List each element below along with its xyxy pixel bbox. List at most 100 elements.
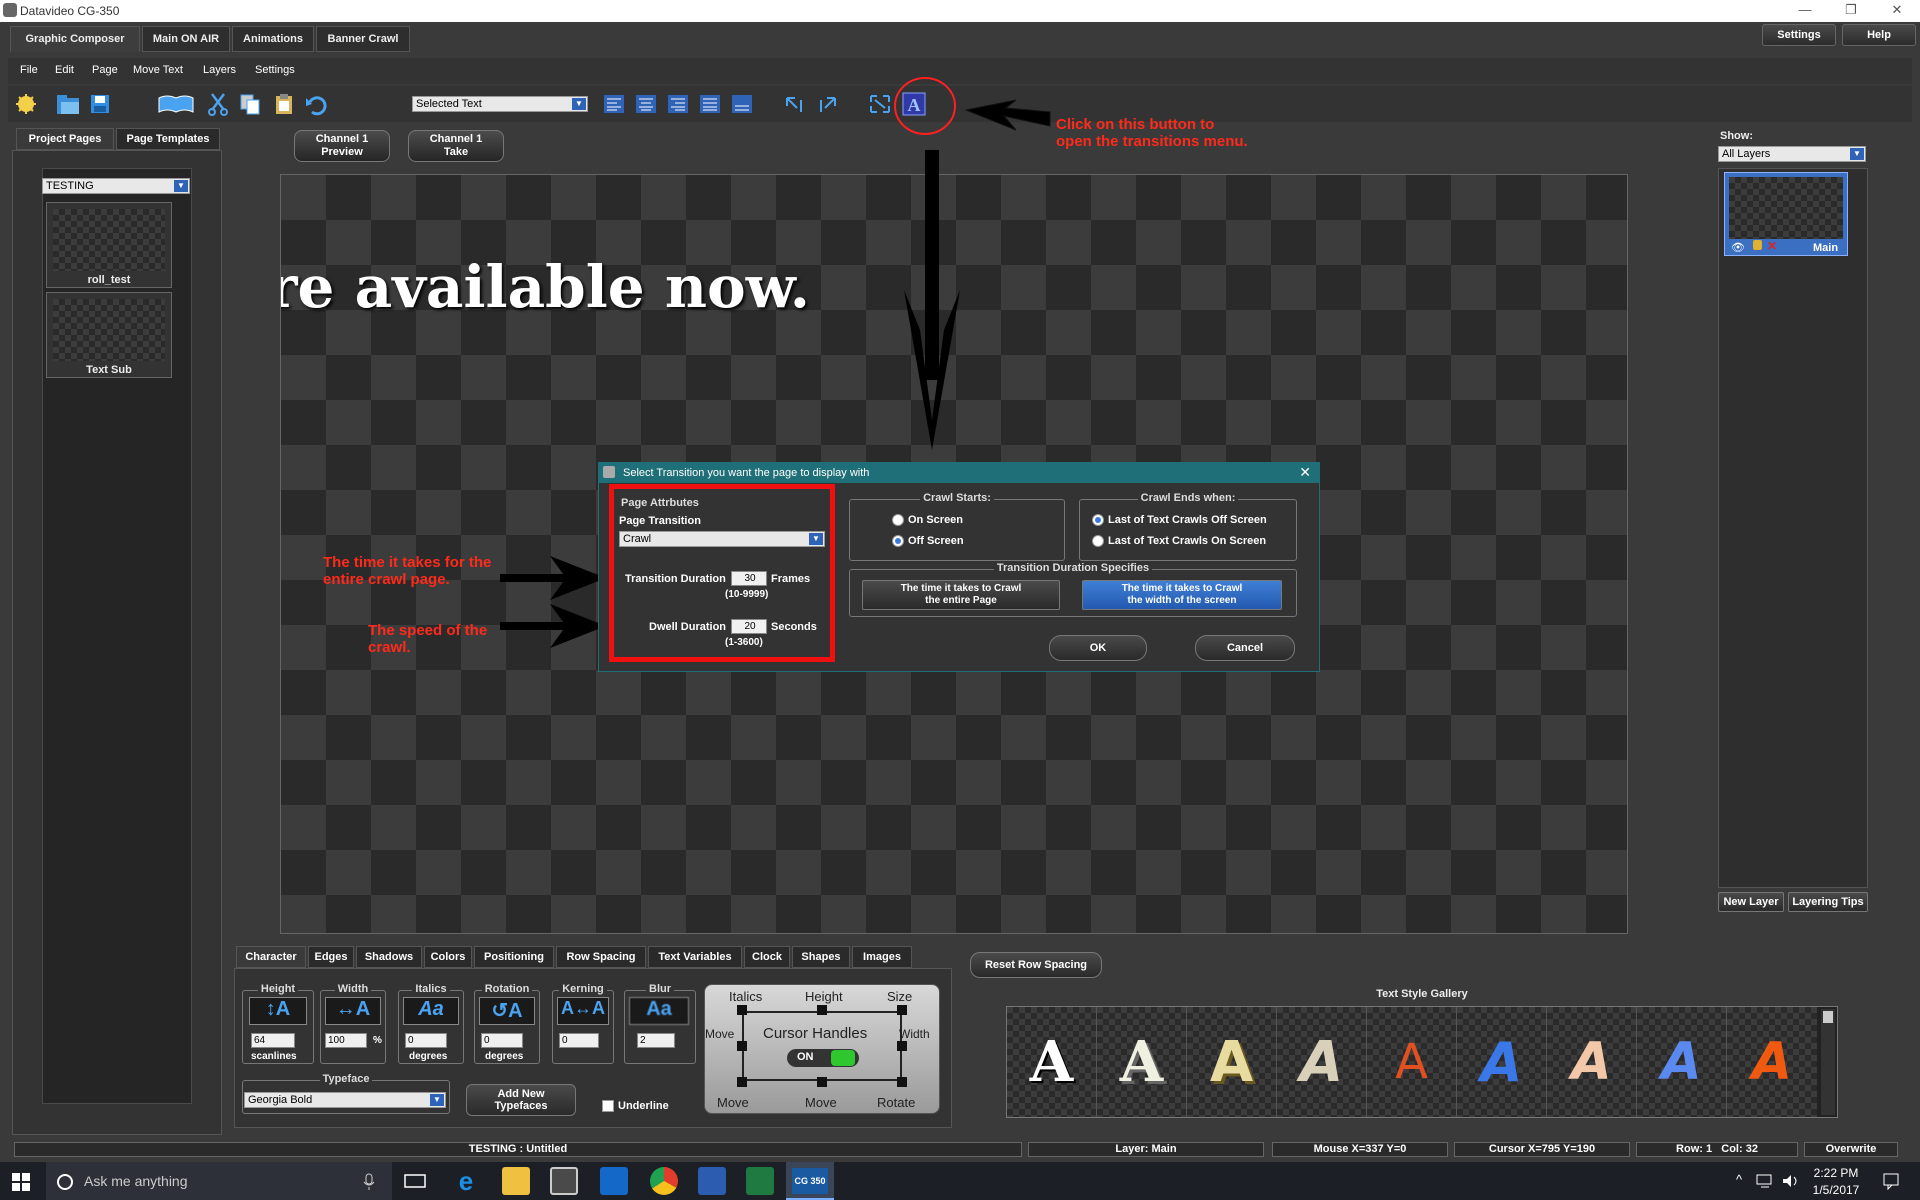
blur-input[interactable]: 2 [637,1033,675,1048]
tab-images[interactable]: Images [852,946,912,968]
tab-graphic-composer[interactable]: Graphic Composer [10,26,140,52]
show-layers-select[interactable]: All Layers ▼ [1718,146,1866,162]
align-bottom-icon[interactable] [728,90,756,118]
undo-icon[interactable] [302,90,330,118]
tab-animations[interactable]: Animations [232,26,314,52]
style-plain-white[interactable]: A [1007,1007,1097,1117]
style-beveled-white[interactable]: A [1097,1007,1187,1117]
crawl-entire-page-option[interactable]: The time it takes to Crawl the entire Pag… [862,580,1060,610]
style-blue-italic[interactable]: A [1637,1007,1727,1117]
reset-row-spacing-button[interactable]: Reset Row Spacing [970,952,1102,978]
layer-item-main[interactable]: 👁 ✕ Main [1724,172,1848,256]
tab-row-spacing[interactable]: Row Spacing [556,946,646,968]
menu-move-text[interactable]: Move Text [133,64,183,76]
ok-button[interactable]: OK [1049,635,1147,661]
move-up-left-icon[interactable] [780,90,808,118]
tab-page-templates[interactable]: Page Templates [116,128,220,150]
style-fire[interactable]: A [1727,1007,1817,1117]
tab-main-on-air[interactable]: Main ON AIR [142,26,230,52]
tab-shapes[interactable]: Shapes [792,946,850,968]
notifications-icon[interactable] [1882,1172,1900,1190]
width-input[interactable]: 100 [325,1033,367,1048]
handle-top-left[interactable] [737,1005,747,1015]
style-stone[interactable]: A [1277,1007,1367,1117]
page-transition-select[interactable]: Crawl ▼ [619,531,825,547]
cursor-handles-toggle[interactable]: ON [787,1049,859,1067]
minimize-button[interactable]: — [1782,0,1828,22]
file-explorer-icon[interactable] [502,1167,530,1195]
crawl-screen-width-option[interactable]: The time it takes to Crawl the width of t… [1082,580,1282,610]
store-icon[interactable] [550,1167,578,1195]
network-icon[interactable] [1756,1174,1774,1188]
chrome-icon[interactable] [650,1167,678,1195]
align-right-icon[interactable] [664,90,692,118]
dwell-duration-input[interactable]: 20 [731,619,767,634]
cut-icon[interactable] [204,90,232,118]
outlook-icon[interactable] [600,1167,628,1195]
channel-take-button[interactable]: Channel 1 Take [408,130,504,162]
lock-icon[interactable] [1753,240,1762,250]
height-input[interactable]: 64 [251,1033,295,1048]
open-folder-icon[interactable] [54,90,82,118]
rotation-input[interactable]: 0 [481,1033,523,1048]
search-box[interactable]: Ask me anything [46,1162,392,1200]
edge-browser-icon[interactable]: e [452,1167,480,1195]
clock-time[interactable]: 2:22 PM [1808,1166,1864,1180]
dialog-close-button[interactable]: ✕ [1299,464,1311,481]
tab-shadows[interactable]: Shadows [356,946,422,968]
move-up-right-icon[interactable] [814,90,842,118]
off-screen-radio[interactable] [892,535,904,547]
help-button[interactable]: Help [1842,24,1916,46]
close-window-button[interactable]: ✕ [1874,0,1920,22]
tab-colors[interactable]: Colors [424,946,472,968]
windows-start-icon[interactable] [12,1173,30,1191]
transition-duration-input[interactable]: 30 [731,571,767,586]
tab-project-pages[interactable]: Project Pages [16,128,114,150]
chevron-up-icon[interactable]: ^ [1736,1172,1742,1187]
handle-right[interactable] [897,1041,907,1051]
gallery-scrollbar[interactable] [1821,1009,1835,1115]
word-icon[interactable] [698,1167,726,1195]
handle-bottom[interactable] [817,1077,827,1087]
text-scope-select[interactable]: Selected Text ▼ [412,96,588,112]
microphone-icon[interactable] [362,1173,376,1191]
open-book-icon[interactable] [156,90,196,118]
channel-preview-button[interactable]: Channel 1 Preview [294,130,390,162]
tab-positioning[interactable]: Positioning [474,946,554,968]
handle-bottom-right[interactable] [897,1077,907,1087]
paste-icon[interactable] [270,90,298,118]
page-thumbnail-text-sub[interactable]: Text Sub [46,292,172,378]
tab-banner-crawl[interactable]: Banner Crawl [316,26,410,52]
new-page-icon[interactable] [12,90,40,118]
new-layer-button[interactable]: New Layer [1718,892,1784,912]
delete-layer-icon[interactable]: ✕ [1767,239,1777,253]
tab-edges[interactable]: Edges [308,946,354,968]
cg350-taskbar-button[interactable]: CG 350 [786,1162,834,1200]
style-peach[interactable]: A [1547,1007,1637,1117]
project-select[interactable]: TESTING ▼ [42,178,190,194]
restore-button[interactable]: ❐ [1828,0,1874,22]
menu-page[interactable]: Page [92,64,118,76]
tab-text-variables[interactable]: Text Variables [648,946,742,968]
handle-top[interactable] [817,1005,827,1015]
handle-left[interactable] [737,1041,747,1051]
handle-bottom-left[interactable] [737,1077,747,1087]
last-off-radio[interactable] [1092,514,1104,526]
menu-edit[interactable]: Edit [55,64,74,76]
align-justify-icon[interactable] [696,90,724,118]
canvas-text[interactable]: re available now. [281,253,810,321]
align-center-icon[interactable] [632,90,660,118]
style-orange-thin[interactable]: A [1367,1007,1457,1117]
menu-settings[interactable]: Settings [255,64,295,76]
cancel-button[interactable]: Cancel [1195,635,1295,661]
italics-input[interactable]: 0 [405,1033,447,1048]
tab-clock[interactable]: Clock [744,946,790,968]
last-on-radio[interactable] [1092,535,1104,547]
page-thumbnail-roll-test[interactable]: roll_test [46,202,172,288]
settings-button[interactable]: Settings [1762,24,1836,46]
copy-icon[interactable] [236,90,264,118]
save-icon[interactable] [86,90,114,118]
kerning-input[interactable]: 0 [559,1033,599,1048]
task-view-icon[interactable] [404,1172,426,1190]
scroll-thumb[interactable] [1823,1011,1833,1023]
